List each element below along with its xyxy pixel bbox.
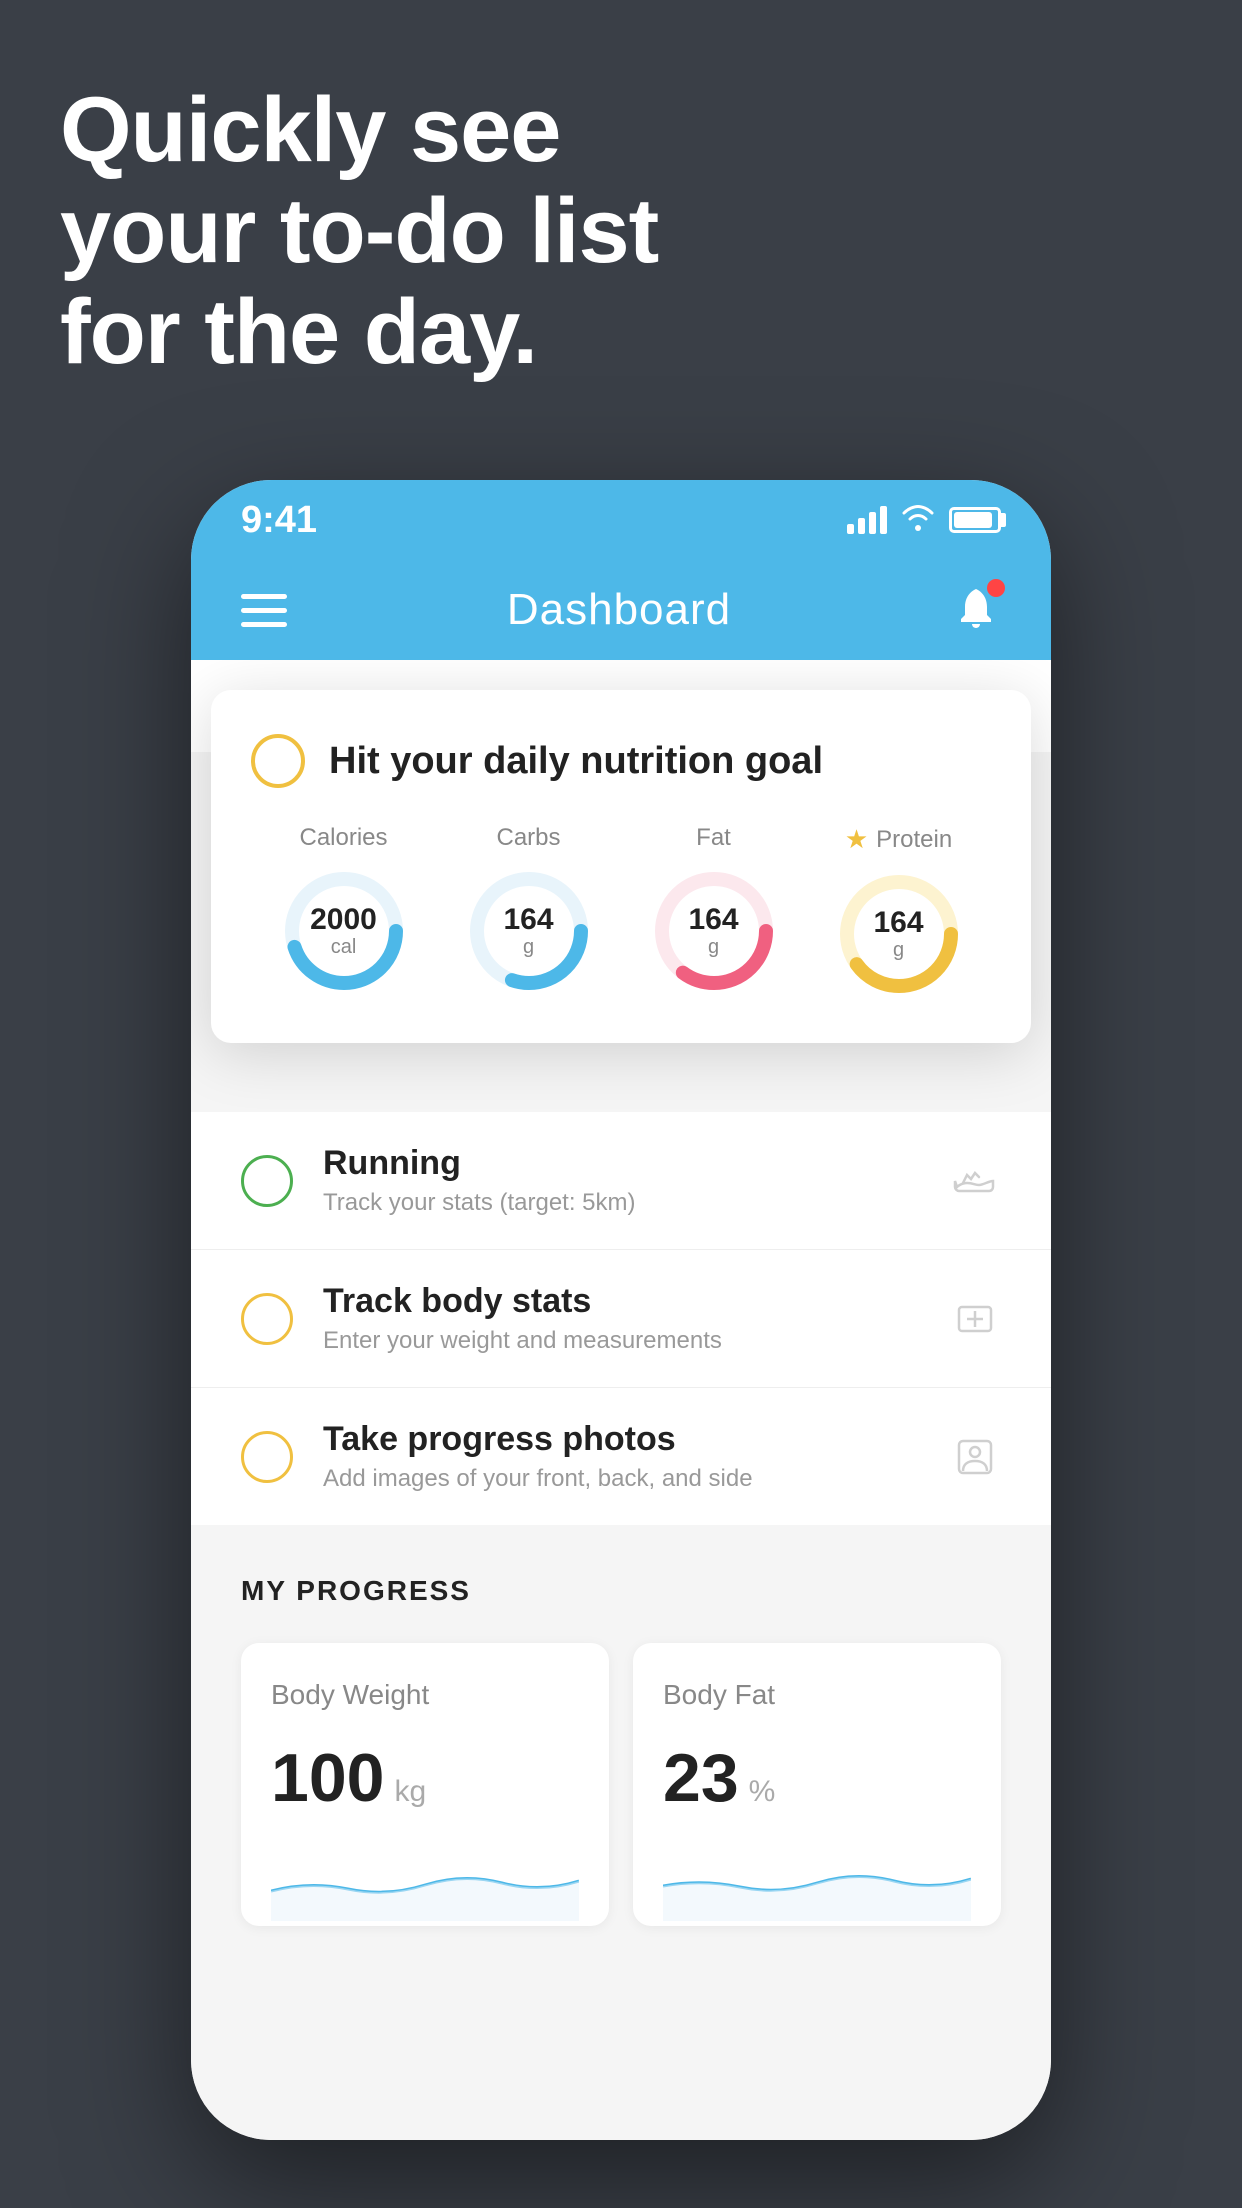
protein-unit: g xyxy=(873,939,923,962)
app-header: Dashboard xyxy=(191,560,1051,660)
nutrition-card-title: Hit your daily nutrition goal xyxy=(329,740,823,783)
task-stats-desc: Enter your weight and measurements xyxy=(323,1327,919,1355)
header-title: Dashboard xyxy=(507,585,731,635)
calories-label: Calories xyxy=(299,824,387,852)
task-photos-desc: Add images of your front, back, and side xyxy=(323,1465,919,1493)
main-content: THINGS TO DO TODAY Hit your daily nutrit… xyxy=(191,660,1051,2140)
stat-calories: Calories 2000 cal xyxy=(279,824,409,996)
app-background: Quickly see your to-do list for the day.… xyxy=(0,0,1242,2208)
stat-protein: ★ Protein 164 g xyxy=(834,824,964,999)
task-list: Running Track your stats (target: 5km) xyxy=(191,1112,1051,1525)
hero-section: Quickly see your to-do list for the day. xyxy=(60,80,1182,384)
task-running-desc: Track your stats (target: 5km) xyxy=(323,1189,919,1217)
fat-unit: g xyxy=(688,936,738,959)
progress-title: MY PROGRESS xyxy=(241,1575,1001,1607)
wifi-icon xyxy=(901,503,935,538)
body-fat-value: 23 xyxy=(663,1739,739,1817)
progress-cards: Body Weight 100 kg B xyxy=(241,1643,1001,1926)
calories-unit: cal xyxy=(310,936,377,959)
notification-dot xyxy=(987,579,1005,597)
task-stats-name: Track body stats xyxy=(323,1282,919,1321)
body-weight-title: Body Weight xyxy=(271,1679,579,1711)
nutrition-stats: Calories 2000 cal xyxy=(251,824,991,999)
carbs-donut: 164 g xyxy=(464,866,594,996)
signal-icon xyxy=(847,506,887,534)
task-body-stats[interactable]: Track body stats Enter your weight and m… xyxy=(191,1250,1051,1388)
task-running-name: Running xyxy=(323,1144,919,1183)
hamburger-menu[interactable] xyxy=(241,594,287,627)
carbs-unit: g xyxy=(503,936,553,959)
phone-container: 9:41 xyxy=(191,480,1051,2140)
status-icons xyxy=(847,503,1001,538)
star-icon: ★ xyxy=(845,824,868,855)
stat-carbs: Carbs 164 g xyxy=(464,824,594,996)
nutrition-card-header: Hit your daily nutrition goal xyxy=(251,734,991,788)
body-fat-chart xyxy=(663,1841,971,1921)
stat-fat: Fat 164 g xyxy=(649,824,779,996)
body-weight-value: 100 xyxy=(271,1739,384,1817)
calories-donut: 2000 cal xyxy=(279,866,409,996)
person-icon xyxy=(949,1431,1001,1483)
status-bar: 9:41 xyxy=(191,480,1051,560)
body-weight-unit: kg xyxy=(394,1775,426,1809)
carbs-value: 164 xyxy=(503,903,553,936)
bell-container[interactable] xyxy=(951,583,1001,638)
body-fat-unit: % xyxy=(749,1775,776,1809)
body-weight-value-row: 100 kg xyxy=(271,1739,579,1817)
protein-value: 164 xyxy=(873,906,923,939)
nutrition-card[interactable]: Hit your daily nutrition goal Calories xyxy=(211,690,1031,1043)
progress-section: MY PROGRESS Body Weight 100 kg xyxy=(191,1525,1051,1976)
shoe-icon xyxy=(949,1155,1001,1207)
fat-value: 164 xyxy=(688,903,738,936)
fat-donut: 164 g xyxy=(649,866,779,996)
scale-icon xyxy=(949,1293,1001,1345)
body-weight-chart xyxy=(271,1841,579,1921)
body-weight-card[interactable]: Body Weight 100 kg xyxy=(241,1643,609,1926)
task-running-circle xyxy=(241,1155,293,1207)
task-photos[interactable]: Take progress photos Add images of your … xyxy=(191,1388,1051,1525)
task-running[interactable]: Running Track your stats (target: 5km) xyxy=(191,1112,1051,1250)
task-photos-circle xyxy=(241,1431,293,1483)
body-fat-card[interactable]: Body Fat 23 % xyxy=(633,1643,1001,1926)
phone-shell: 9:41 xyxy=(191,480,1051,2140)
task-running-text: Running Track your stats (target: 5km) xyxy=(323,1144,919,1217)
fat-label: Fat xyxy=(696,824,731,852)
status-time: 9:41 xyxy=(241,499,317,542)
task-photos-text: Take progress photos Add images of your … xyxy=(323,1420,919,1493)
body-fat-value-row: 23 % xyxy=(663,1739,971,1817)
battery-icon xyxy=(949,507,1001,533)
protein-donut: 164 g xyxy=(834,869,964,999)
calories-value: 2000 xyxy=(310,903,377,936)
task-stats-circle xyxy=(241,1293,293,1345)
protein-label: ★ Protein xyxy=(845,824,952,855)
carbs-label: Carbs xyxy=(496,824,560,852)
hero-title: Quickly see your to-do list for the day. xyxy=(60,80,1182,384)
body-fat-title: Body Fat xyxy=(663,1679,971,1711)
task-photos-name: Take progress photos xyxy=(323,1420,919,1459)
task-stats-text: Track body stats Enter your weight and m… xyxy=(323,1282,919,1355)
nutrition-radio-circle xyxy=(251,734,305,788)
